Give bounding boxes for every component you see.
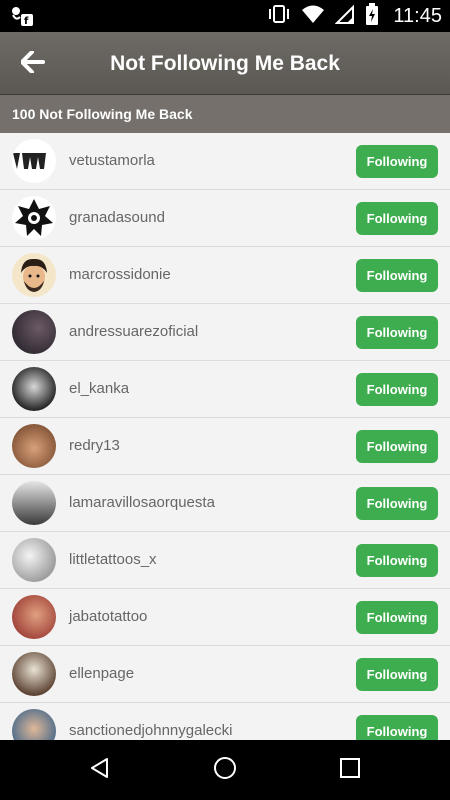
- clock: 11:45: [393, 4, 442, 27]
- list-item[interactable]: lamaravillosaorquesta Following: [0, 475, 450, 532]
- nav-back-button[interactable]: [78, 750, 122, 790]
- following-button[interactable]: Following: [356, 202, 438, 235]
- username: ellenpage: [69, 665, 135, 682]
- list-item[interactable]: el_kanka Following: [0, 361, 450, 418]
- nav-home-button[interactable]: [203, 750, 247, 790]
- list-item[interactable]: andressuarezoficial Following: [0, 304, 450, 361]
- username: vetustamorla: [69, 152, 155, 169]
- avatar: [12, 538, 56, 582]
- list-item[interactable]: sanctionedjohnnygalecki Following: [0, 703, 450, 740]
- list-item[interactable]: littletattoos_x Following: [0, 532, 450, 589]
- following-button[interactable]: Following: [356, 316, 438, 349]
- list-item[interactable]: granadasound Following: [0, 190, 450, 247]
- back-arrow-icon: [20, 49, 45, 78]
- username: el_kanka: [69, 380, 130, 397]
- avatar: [12, 139, 56, 183]
- list-item[interactable]: vetustamorla Following: [0, 133, 450, 190]
- recents-square-icon: [339, 757, 361, 784]
- following-button[interactable]: Following: [356, 373, 438, 406]
- following-button[interactable]: Following: [356, 259, 438, 292]
- username: redry13: [69, 437, 120, 454]
- avatar: [12, 253, 56, 297]
- toolbar: Not Following Me Back: [0, 32, 450, 95]
- following-button[interactable]: Following: [356, 658, 438, 691]
- avatar: [12, 652, 56, 696]
- username: littletattoos_x: [69, 551, 157, 568]
- username: sanctionedjohnnygalecki: [69, 722, 233, 739]
- list-item[interactable]: jabatotattoo Following: [0, 589, 450, 646]
- list-item[interactable]: redry13 Following: [0, 418, 450, 475]
- avatar: [12, 196, 56, 240]
- nav-recents-button[interactable]: [328, 750, 372, 790]
- signal-icon: [335, 4, 355, 29]
- avatar: [12, 481, 56, 525]
- following-button[interactable]: Following: [356, 487, 438, 520]
- username: granadasound: [69, 209, 165, 226]
- svg-text:f: f: [24, 16, 29, 27]
- battery-charging-icon: [365, 2, 379, 30]
- following-button[interactable]: Following: [356, 601, 438, 634]
- wifi-icon: [301, 4, 325, 29]
- list-item[interactable]: marcrossidonie Following: [0, 247, 450, 304]
- following-button[interactable]: Following: [356, 544, 438, 577]
- back-button[interactable]: [12, 44, 54, 84]
- username: marcrossidonie: [69, 266, 171, 283]
- user-list[interactable]: vetustamorla Following granadasound Foll…: [0, 133, 450, 740]
- navigation-bar: [0, 740, 450, 800]
- avatar: [12, 595, 56, 639]
- avatar: [12, 424, 56, 468]
- following-button[interactable]: Following: [356, 715, 438, 740]
- following-button[interactable]: Following: [356, 145, 438, 178]
- avatar: [12, 367, 56, 411]
- vibrate-icon: [267, 4, 291, 29]
- back-triangle-icon: [88, 756, 112, 785]
- home-circle-icon: [212, 755, 238, 786]
- avatar: [12, 709, 56, 740]
- following-button[interactable]: Following: [356, 430, 438, 463]
- avatar: [12, 310, 56, 354]
- status-bar: f 11:45: [0, 0, 450, 32]
- app-notification-icon: f: [10, 5, 36, 27]
- username: jabatotattoo: [69, 608, 148, 625]
- list-item[interactable]: ellenpage Following: [0, 646, 450, 703]
- username: lamaravillosaorquesta: [69, 494, 215, 511]
- username: andressuarezoficial: [69, 323, 199, 340]
- page-title: Not Following Me Back: [110, 52, 340, 75]
- count-header: 100 Not Following Me Back: [0, 95, 450, 133]
